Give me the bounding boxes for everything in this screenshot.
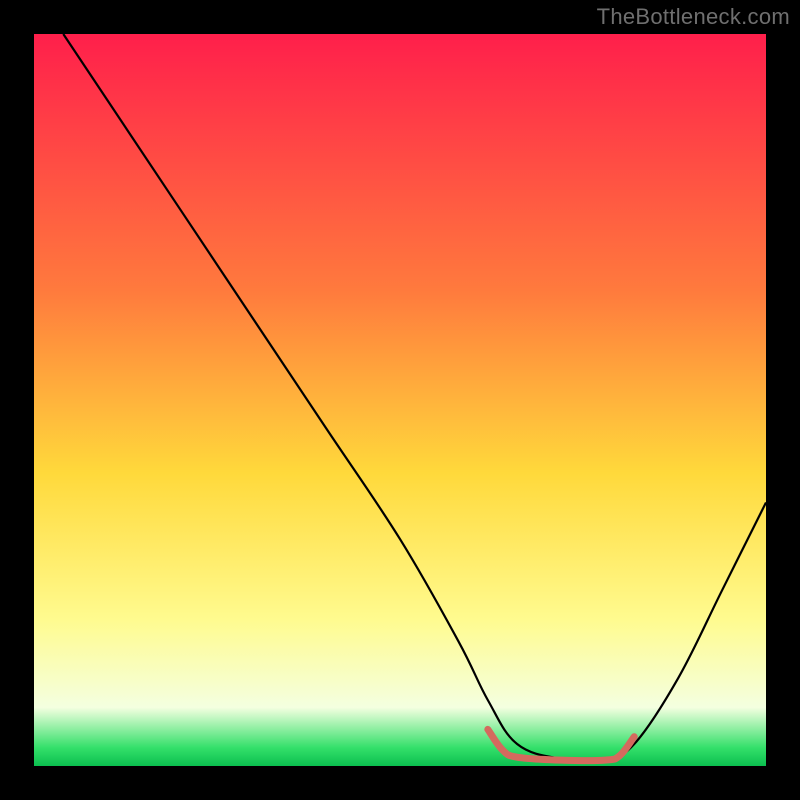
plot-background	[34, 34, 766, 766]
chart-container: TheBottleneck.com	[0, 0, 800, 800]
bottleneck-chart	[0, 0, 800, 800]
watermark-text: TheBottleneck.com	[597, 4, 790, 30]
